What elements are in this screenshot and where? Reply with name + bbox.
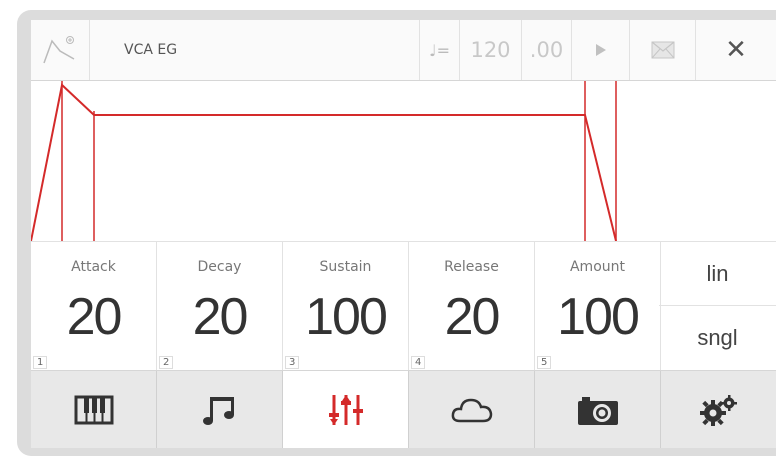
attack-value: 20: [66, 288, 123, 346]
sustain-index: 3: [285, 356, 300, 369]
sliders-icon: [328, 395, 363, 425]
decay-value: 20: [192, 288, 249, 346]
tempo-integer-field[interactable]: 120: [460, 20, 522, 80]
play-icon: [595, 44, 606, 56]
sustain-label: Sustain: [319, 259, 372, 275]
keyboard-icon: [74, 395, 113, 425]
curve-toggle[interactable]: lin: [659, 242, 776, 306]
close-button[interactable]: ✕: [696, 20, 776, 80]
tab-camera[interactable]: [535, 371, 661, 448]
attack-knob[interactable]: Attack 20 1: [31, 242, 157, 371]
amount-knob[interactable]: Amount 100 5: [535, 242, 661, 371]
decay-label: Decay: [197, 259, 242, 275]
play-button[interactable]: [572, 20, 630, 80]
decay-knob[interactable]: Decay 20 2: [157, 242, 283, 371]
bottom-tab-bar: [31, 370, 776, 448]
header-bar: VCA EG ♩= 120 .00 ✕: [31, 20, 776, 81]
envelope-options: lin sngl: [659, 242, 776, 371]
sustain-knob[interactable]: Sustain 100 3: [283, 242, 409, 371]
tab-keyboard[interactable]: [31, 371, 157, 448]
amount-value: 100: [557, 288, 640, 346]
envelope-graph[interactable]: [31, 81, 776, 242]
release-index: 4: [411, 356, 426, 369]
attack-label: Attack: [71, 259, 116, 275]
envelope-editor-panel: VCA EG ♩= 120 .00 ✕ Attack 20 1 Decay 20…: [31, 20, 776, 448]
page-title: VCA EG: [90, 20, 420, 80]
tab-cloud[interactable]: [409, 371, 535, 448]
envelope-logo-icon[interactable]: [31, 20, 90, 80]
tempo-decimal-field[interactable]: .00: [522, 20, 572, 80]
mail-button[interactable]: [630, 20, 696, 80]
sustain-value: 100: [305, 288, 388, 346]
tab-sliders[interactable]: [283, 371, 409, 448]
release-knob[interactable]: Release 20 4: [409, 242, 535, 371]
mail-icon: [651, 41, 674, 59]
amount-index: 5: [537, 356, 552, 369]
trigger-mode-toggle[interactable]: sngl: [659, 306, 776, 370]
envelope-curve: [31, 83, 617, 242]
release-value: 20: [444, 288, 501, 346]
tab-settings[interactable]: [661, 371, 776, 448]
decay-index: 2: [159, 356, 174, 369]
music-note-icon: [202, 397, 234, 425]
parameter-row: Attack 20 1 Decay 20 2 Sustain 100 3 Rel…: [31, 241, 776, 371]
camera-icon: [577, 397, 618, 425]
cloud-icon: [451, 398, 492, 423]
gears-icon: [699, 395, 737, 426]
tab-music[interactable]: [157, 371, 283, 448]
tempo-note-icon: ♩=: [420, 20, 460, 80]
release-label: Release: [444, 259, 499, 275]
attack-index: 1: [33, 356, 48, 369]
amount-label: Amount: [569, 259, 625, 275]
